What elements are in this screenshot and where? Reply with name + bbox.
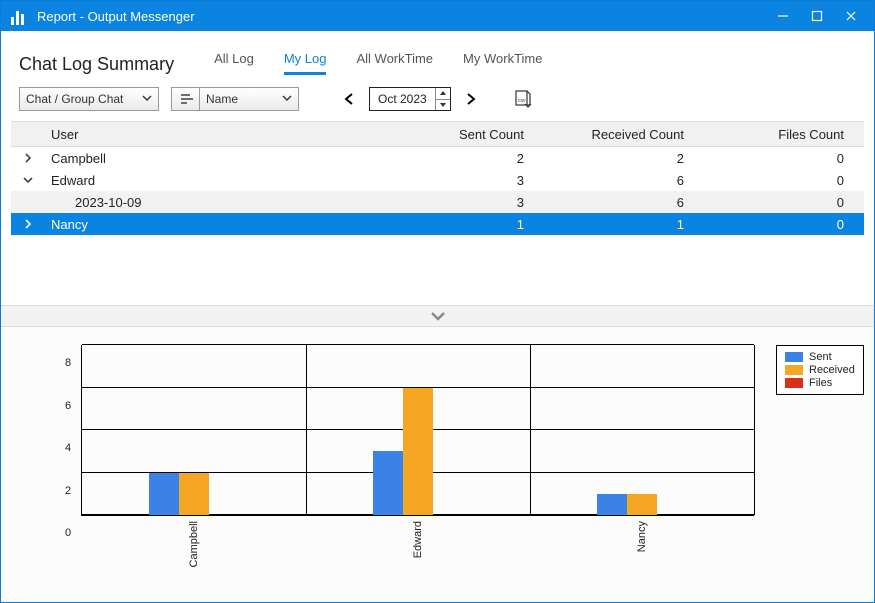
chevron-down-icon bbox=[142, 92, 152, 106]
y-tick-label: 4 bbox=[65, 442, 71, 454]
cell-user: Nancy bbox=[45, 217, 384, 232]
gridline bbox=[306, 345, 307, 515]
gridline bbox=[754, 345, 755, 515]
col-sent: Sent Count bbox=[384, 127, 544, 142]
col-files: Files Count bbox=[704, 127, 864, 142]
prev-month-button[interactable] bbox=[341, 92, 357, 106]
window-title: Report - Output Messenger bbox=[37, 9, 766, 24]
spinner-up-icon[interactable] bbox=[436, 88, 450, 100]
table-row[interactable]: Edward 3 6 0 bbox=[11, 169, 864, 191]
y-tick-label: 0 bbox=[65, 527, 71, 539]
sort-group: Name bbox=[171, 87, 299, 111]
cell-files: 0 bbox=[704, 151, 864, 166]
expand-icon[interactable] bbox=[11, 153, 45, 163]
chevron-down-icon bbox=[282, 92, 292, 106]
legend-label: Sent bbox=[809, 351, 832, 363]
close-button[interactable] bbox=[834, 1, 868, 31]
legend-swatch-received bbox=[785, 365, 803, 375]
y-tick-label: 6 bbox=[65, 400, 71, 412]
app-icon bbox=[11, 7, 29, 25]
titlebar: Report - Output Messenger bbox=[1, 1, 874, 31]
log-table: User Sent Count Received Count Files Cou… bbox=[11, 121, 864, 235]
bar-recv bbox=[627, 494, 657, 515]
bar-sent bbox=[373, 451, 403, 515]
table-row-child[interactable]: 2023-10-09 3 6 0 bbox=[11, 191, 864, 213]
page-title: Chat Log Summary bbox=[19, 54, 174, 75]
cell-received: 2 bbox=[544, 151, 704, 166]
tab-all-worktime[interactable]: All WorkTime bbox=[356, 51, 433, 75]
maximize-button[interactable] bbox=[800, 1, 834, 31]
sort-field-select[interactable]: Name bbox=[199, 87, 299, 111]
cell-received: 6 bbox=[544, 173, 704, 188]
y-tick-label: 8 bbox=[65, 357, 71, 369]
spinner-down-icon[interactable] bbox=[436, 100, 450, 111]
tab-all-log[interactable]: All Log bbox=[214, 51, 254, 75]
col-received: Received Count bbox=[544, 127, 704, 142]
cell-files: 0 bbox=[704, 217, 864, 232]
tab-my-log[interactable]: My Log bbox=[284, 51, 327, 75]
cell-sent: 1 bbox=[384, 217, 544, 232]
legend-swatch-files bbox=[785, 378, 803, 388]
chat-type-value: Chat / Group Chat bbox=[26, 92, 123, 106]
tab-my-worktime[interactable]: My WorkTime bbox=[463, 51, 542, 75]
table-row-selected[interactable]: Nancy 1 1 0 bbox=[11, 213, 864, 235]
cell-user: 2023-10-09 bbox=[45, 195, 384, 210]
date-spinner[interactable] bbox=[435, 88, 450, 110]
next-month-button[interactable] bbox=[463, 92, 479, 106]
cell-sent: 3 bbox=[384, 195, 544, 210]
splitter-handle[interactable] bbox=[1, 305, 874, 327]
cell-sent: 2 bbox=[384, 151, 544, 166]
date-value: Oct 2023 bbox=[370, 92, 435, 106]
collapse-icon[interactable] bbox=[11, 175, 45, 185]
legend-label: Received bbox=[809, 364, 855, 376]
gridline bbox=[530, 345, 531, 515]
toolbar: Chat / Group Chat Name Oct 2023 bbox=[1, 75, 874, 121]
y-tick-label: 2 bbox=[65, 485, 71, 497]
chat-type-select[interactable]: Chat / Group Chat bbox=[19, 87, 159, 111]
bar-recv bbox=[403, 388, 433, 516]
cell-files: 0 bbox=[704, 195, 864, 210]
chart-legend: Sent Received Files bbox=[776, 345, 864, 395]
cell-received: 1 bbox=[544, 217, 704, 232]
cell-received: 6 bbox=[544, 195, 704, 210]
bar-recv bbox=[179, 473, 209, 516]
cell-sent: 3 bbox=[384, 173, 544, 188]
legend-label: Files bbox=[809, 377, 832, 389]
bar-sent bbox=[149, 473, 179, 516]
bar-sent bbox=[597, 494, 627, 515]
svg-text:csv: csv bbox=[518, 98, 526, 104]
cell-user: Campbell bbox=[45, 151, 384, 166]
chart-panel: Campbell Edward Nancy 0 2 4 6 8 Sent Received … bbox=[1, 327, 874, 602]
col-user: User bbox=[45, 127, 384, 142]
tabs: All Log My Log All WorkTime My WorkTime bbox=[214, 43, 542, 75]
header: Chat Log Summary All Log My Log All Work… bbox=[1, 31, 874, 75]
sort-icon[interactable] bbox=[171, 87, 199, 111]
gridline bbox=[82, 344, 754, 345]
x-tick-label: Nancy bbox=[636, 521, 648, 552]
table-row[interactable]: Campbell 2 2 0 bbox=[11, 147, 864, 169]
minimize-button[interactable] bbox=[766, 1, 800, 31]
expand-icon[interactable] bbox=[11, 219, 45, 229]
cell-files: 0 bbox=[704, 173, 864, 188]
legend-swatch-sent bbox=[785, 352, 803, 362]
x-tick-label: Edward bbox=[412, 521, 424, 558]
chevron-down-icon bbox=[430, 310, 446, 322]
x-tick-label: Campbell bbox=[188, 521, 200, 567]
date-picker[interactable]: Oct 2023 bbox=[369, 87, 451, 111]
sort-field-value: Name bbox=[206, 92, 238, 106]
table-header: User Sent Count Received Count Files Cou… bbox=[11, 121, 864, 147]
cell-user: Edward bbox=[45, 173, 384, 188]
export-csv-button[interactable]: csv bbox=[513, 89, 533, 109]
chart: CampbellEdwardNancy 02468 bbox=[41, 345, 754, 533]
